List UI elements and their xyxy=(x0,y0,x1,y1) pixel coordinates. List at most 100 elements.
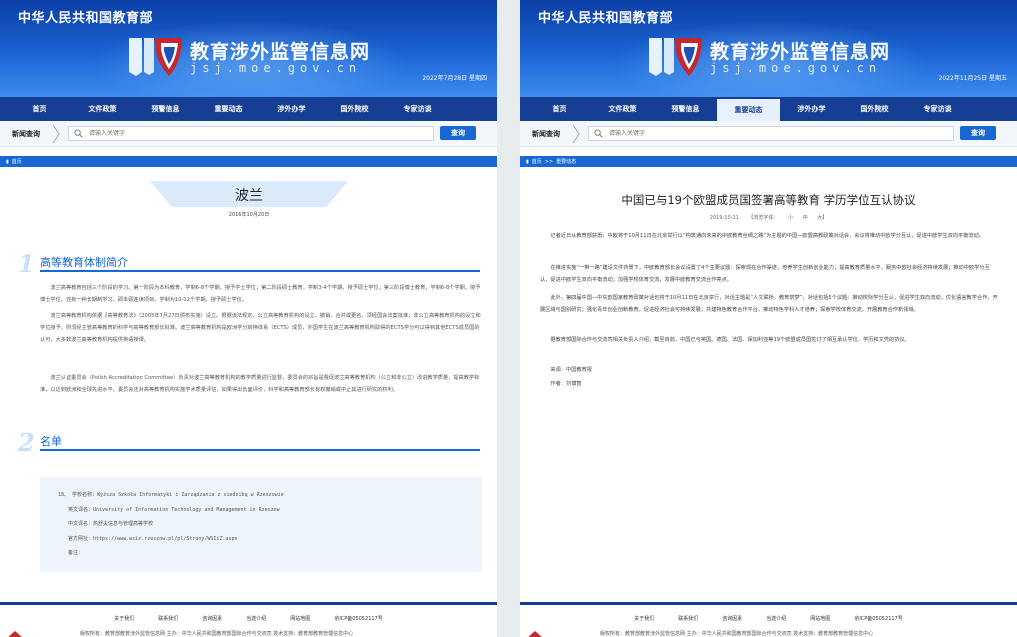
footer-link-sitemap[interactable]: 网站地图 xyxy=(810,615,830,622)
nav-overseas-institutions[interactable]: 国外院校 xyxy=(323,97,386,121)
footer-link-consult[interactable]: 咨询因素 xyxy=(202,615,222,622)
site-logo-icon[interactable] xyxy=(126,32,186,78)
footer-logo-icon xyxy=(8,631,22,637)
breadcrumb-home[interactable]: 首页 xyxy=(12,158,22,165)
school-note-row: 备注： xyxy=(58,549,482,564)
search-input[interactable] xyxy=(89,127,419,140)
footer-link-about[interactable]: 关于我们 xyxy=(114,615,134,622)
date-display: 2022年7月28日 星期四 xyxy=(422,75,487,82)
site-logo-icon[interactable] xyxy=(646,32,706,78)
breadcrumb-news[interactable]: 重要动态 xyxy=(556,158,576,165)
search-field[interactable] xyxy=(68,126,434,141)
site-domain: jsj.moe.gov.cn xyxy=(190,61,362,75)
section-number: 2 xyxy=(18,428,35,457)
search-icon xyxy=(74,129,83,138)
footer-note: 版权所有：教育部教育涉外监管信息网 主办：中华人民共和国教育部国际合作与交流司 … xyxy=(600,631,874,637)
section-title: 高等教育体制简介 xyxy=(40,256,128,269)
search-label: 新闻查询 xyxy=(12,130,40,138)
search-field[interactable] xyxy=(588,126,954,141)
footer-divider xyxy=(0,602,497,605)
ministry-name[interactable]: 中华人民共和国教育部 xyxy=(538,7,673,26)
article-title: 中国已与19个欧盟成员国签署高等教育 学历学位互认协议 xyxy=(621,193,916,207)
right-browser-panel: 中华人民共和国教育部 教育涉外监管信息网 jsj.moe.gov.cn 2022… xyxy=(520,0,1017,637)
footer-link-intro[interactable]: 当选介绍 xyxy=(766,615,786,622)
article-date: 2019-10-11 xyxy=(709,215,739,221)
school-cn-name: 热舒夫信息与管理高等学校 xyxy=(93,521,154,527)
footer-logo-icon xyxy=(528,631,542,637)
section-divider xyxy=(40,270,480,272)
nav-expert-interviews[interactable]: 专家访谈 xyxy=(906,97,969,121)
school-card: 18、 学校名称：Wyższa Szkoła Informatyki i Zar… xyxy=(40,477,482,572)
article-meta: 2019-10-11 【浏览字体： 小 中 大】 xyxy=(520,214,1017,221)
school-number: 18、 xyxy=(58,492,70,498)
nav-home[interactable]: 首页 xyxy=(8,97,71,121)
search-button[interactable]: 查询 xyxy=(960,126,996,140)
paragraph: 据教育部国际合作与交流司相关负责人介绍，截至目前，中国已与英国、德国、法国、保加… xyxy=(550,337,910,343)
nav-policy[interactable]: 文件政策 xyxy=(591,97,654,121)
site-title[interactable]: 教育涉外监管信息网 xyxy=(190,37,370,64)
footer-icp[interactable]: 京ICP备05052117号 xyxy=(854,615,902,622)
section-heading-1: 1 高等教育体制简介 xyxy=(18,249,484,278)
paragraph: 波兰高等教育机构依据《高等教育法》（2005年7月27日颁布实施）设立。根据该法… xyxy=(40,313,481,343)
nav-foreign-schools[interactable]: 涉外办学 xyxy=(260,97,323,121)
home-marker-icon: ▮ xyxy=(526,158,529,165)
site-title[interactable]: 教育涉外监管信息网 xyxy=(710,37,890,64)
nav-home[interactable]: 首页 xyxy=(528,97,591,121)
page-date: 2016年10月20日 xyxy=(228,212,270,218)
footer-icp[interactable]: 京ICP备05052117号 xyxy=(334,615,382,622)
font-size-large[interactable]: 大】 xyxy=(817,215,827,221)
nav-expert-interviews[interactable]: 专家访谈 xyxy=(386,97,449,121)
nav-overseas-institutions[interactable]: 国外院校 xyxy=(843,97,906,121)
school-url-row: 官方网址：https://www.wsiz.rzeszow.pl/pl/Stro… xyxy=(58,535,482,550)
search-icon xyxy=(594,129,603,138)
school-url-link[interactable]: https://www.wsiz.rzeszow.pl/pl/Strony/WS… xyxy=(93,536,238,542)
nav-warnings[interactable]: 预警信息 xyxy=(654,97,717,121)
nav-news[interactable]: 重要动态 xyxy=(717,97,780,121)
nav-foreign-schools[interactable]: 涉外办学 xyxy=(780,97,843,121)
site-banner: 中华人民共和国教育部 教育涉外监管信息网 jsj.moe.gov.cn 2022… xyxy=(520,0,1017,97)
section-divider xyxy=(40,449,480,451)
site-banner: 中华人民共和国教育部 教育涉外监管信息网 jsj.moe.gov.cn 2022… xyxy=(0,0,497,97)
chevron-right-icon xyxy=(572,124,580,144)
footer-link-consult[interactable]: 咨询因素 xyxy=(722,615,742,622)
school-cn-label: 中文译名： xyxy=(68,521,94,527)
main-nav: 首页 文件政策 预警信息 重要动态 涉外办学 国外院校 专家访谈 xyxy=(0,97,497,121)
font-size-small[interactable]: 小 xyxy=(788,215,793,221)
search-label: 新闻查询 xyxy=(532,130,560,138)
font-size-medium[interactable]: 中 xyxy=(803,215,808,221)
chevron-right-icon xyxy=(52,124,60,144)
school-en-name: University of Information Technology and… xyxy=(93,506,280,513)
left-browser-panel: 中华人民共和国教育部 教育涉外监管信息网 jsj.moe.gov.cn 2022… xyxy=(0,0,497,637)
nav-warnings[interactable]: 预警信息 xyxy=(134,97,197,121)
article-author: 作者：刘博智 xyxy=(550,381,582,387)
search-input[interactable] xyxy=(609,127,939,140)
footer-note: 版权所有：教育部教育涉外监管信息网 主办：中华人民共和国教育部国际合作与交流司 … xyxy=(80,631,354,637)
school-note-label: 备注： xyxy=(68,550,84,556)
paragraph: 在推进实施“一带一路”建设文件背景下，中欧教育部长会议设置了4个主要议题：探索现… xyxy=(540,265,990,283)
breadcrumb: ▮ 首页 xyxy=(0,156,497,167)
footer-link-contact[interactable]: 联系我们 xyxy=(158,615,178,622)
school-cn-row: 中文译名：热舒夫信息与管理高等学校 xyxy=(58,520,482,535)
footer-divider xyxy=(520,602,1017,605)
nav-policy[interactable]: 文件政策 xyxy=(71,97,134,121)
school-en-row: 英文译名：University of Information Technolog… xyxy=(58,506,482,521)
search-button[interactable]: 查询 xyxy=(440,126,476,140)
footer-link-sitemap[interactable]: 网站地图 xyxy=(290,615,310,622)
breadcrumb: ▮ 首页 >> 重要动态 xyxy=(520,156,1017,167)
paragraph: 此外，第四届中国—中东欧国家教育政策对话也将于10月11日在北京举行，对话主题是… xyxy=(540,295,998,313)
font-size-label: 【浏览字体： xyxy=(748,215,779,221)
section-title: 名单 xyxy=(40,435,62,448)
footer-link-about[interactable]: 关于我们 xyxy=(634,615,654,622)
search-bar: 新闻查询 查询 xyxy=(0,121,497,147)
school-en-label: 英文译名： xyxy=(68,506,94,513)
nav-news[interactable]: 重要动态 xyxy=(197,97,260,121)
footer-link-intro[interactable]: 当选介绍 xyxy=(246,615,266,622)
section-heading-2: 2 名单 xyxy=(18,428,484,457)
page-title: 波兰 xyxy=(235,188,263,204)
home-marker-icon: ▮ xyxy=(6,158,9,165)
breadcrumb-home[interactable]: 首页 xyxy=(532,158,542,165)
main-nav: 首页 文件政策 预警信息 重要动态 涉外办学 国外院校 专家访谈 xyxy=(520,97,1017,121)
search-bar: 新闻查询 查询 xyxy=(520,121,1017,147)
ministry-name[interactable]: 中华人民共和国教育部 xyxy=(18,7,153,26)
footer-link-contact[interactable]: 联系我们 xyxy=(678,615,698,622)
